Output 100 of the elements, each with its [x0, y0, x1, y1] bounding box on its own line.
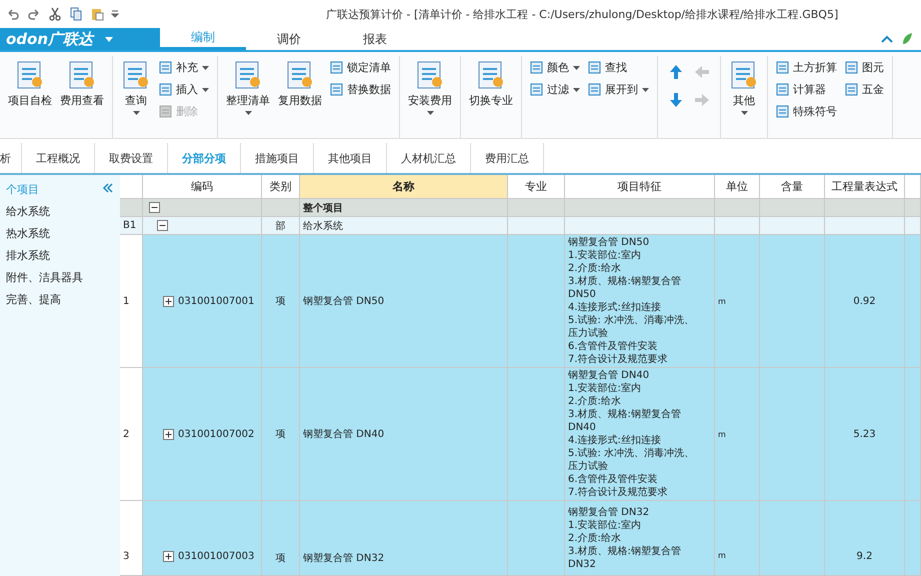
document-icon [845, 83, 858, 96]
ribbon-button[interactable]: 过滤 [528, 81, 582, 98]
table-cell: 项 [262, 501, 300, 576]
ribbon-button[interactable]: 切换专业 [467, 56, 515, 112]
document-tab[interactable]: 析 [0, 143, 22, 173]
ribbon-button[interactable]: 锁定清单 [328, 59, 393, 76]
caret-icon [105, 36, 114, 42]
feature-line: 钢塑复合管 DN50 [568, 236, 650, 249]
feature-line: 1.安装部位:室内 [568, 249, 641, 262]
table-cell: 9.2 [825, 501, 905, 576]
undo-icon[interactable] [6, 7, 20, 21]
feature-line: 2.介质:给水 [568, 395, 621, 408]
item-code: 031001007002 [178, 428, 254, 440]
feature-line: 3.材质、规格:钢塑复合管 [568, 275, 681, 288]
ribbon-button[interactable]: 特殊符号 [774, 103, 839, 120]
expand-toggle-icon[interactable] [163, 428, 174, 440]
feature-line: 钢塑复合管 DN32 [568, 506, 650, 519]
feature-line: 7.符合设计及规范要求 [568, 486, 668, 499]
document-icon [330, 61, 343, 74]
document-icon [476, 60, 506, 90]
item-code: 031001007001 [178, 296, 254, 306]
redo-icon[interactable] [27, 7, 41, 21]
table-cell [715, 217, 760, 235]
tree-item[interactable]: 附件、洁具器具 [0, 267, 120, 289]
scissors-icon[interactable] [48, 7, 62, 21]
row-number-cell: 2 [120, 368, 143, 501]
feature-line: 4.连接形式:丝扣连接 [568, 434, 661, 447]
feature-line: 6.含管件及管件安装 [568, 473, 658, 486]
ribbon-button[interactable]: 费用查看 [58, 56, 106, 112]
feature-line: 7.符合设计及规范要求 [568, 353, 668, 366]
customize-icon[interactable] [111, 9, 119, 19]
row-number-cell: B1 [120, 217, 143, 235]
collapse-panel-icon[interactable] [102, 183, 114, 193]
document-icon [330, 83, 343, 96]
ribbon-button[interactable]: 计算器 [774, 81, 839, 98]
ribbon-button[interactable]: 土方折算 [774, 59, 839, 76]
feature-line: 1.安装部位:室内 [568, 382, 641, 395]
document-icon [15, 60, 45, 90]
expand-toggle-icon[interactable] [149, 202, 160, 213]
document-icon [121, 60, 151, 90]
feature-line: 5.试验: 水冲洗、消毒冲洗、 [568, 314, 694, 327]
tree-item[interactable]: 排水系统 [0, 245, 120, 267]
table-cell: 整个项目 [300, 199, 508, 217]
feature-line: 1.安装部位:室内 [568, 519, 641, 532]
arrow-icon[interactable] [668, 64, 684, 80]
feature-line: 3.材质、规格:钢塑复合管 [568, 408, 681, 421]
copy-icon[interactable] [69, 7, 83, 21]
document-icon [530, 61, 543, 74]
column-header[interactable]: 名称 [300, 175, 508, 199]
document-icon [285, 60, 315, 90]
ribbon-button[interactable]: 查找 [586, 59, 651, 76]
leaf-icon[interactable] [901, 32, 913, 46]
ribbon-button[interactable]: 展开到 [586, 81, 651, 98]
ribbon-button[interactable]: 颜色 [528, 59, 582, 76]
ribbon-button[interactable]: 插入 [157, 81, 211, 98]
ribbon-button[interactable]: 替换数据 [328, 81, 393, 98]
caret-icon [244, 111, 252, 115]
document-icon [776, 105, 789, 118]
caret-icon [426, 111, 434, 115]
arrow-icon[interactable] [668, 92, 684, 108]
tree-item[interactable]: 给水系统 [0, 201, 120, 223]
ribbon-button[interactable]: 安装费用 [406, 56, 454, 119]
tree-item[interactable]: 热水系统 [0, 223, 120, 245]
table-cell: 项 [262, 368, 300, 501]
feature-line: DN50 [568, 288, 596, 301]
ribbon-button[interactable]: 五金 [843, 81, 886, 98]
ribbon-button[interactable]: 整理清单 [224, 56, 272, 119]
expand-toggle-icon[interactable] [157, 220, 168, 231]
document-icon [845, 61, 858, 74]
ribbon-button[interactable]: 复用数据 [276, 56, 324, 112]
document-icon [588, 61, 601, 74]
expand-toggle-icon[interactable] [163, 296, 174, 306]
ribbon-button[interactable]: 补充 [157, 59, 211, 76]
clipboard-icon[interactable] [90, 7, 104, 21]
feature-line: 压力试验 [568, 327, 608, 340]
table-cell: 钢塑复合管 DN50 [300, 235, 508, 368]
feature-line: 5.试验: 水冲洗、消毒冲洗、 [568, 447, 694, 460]
collapse-ribbon-icon[interactable] [881, 35, 893, 43]
table-cell: 钢塑复合管 DN40 [300, 368, 508, 501]
feature-line: 3.材质、规格:钢塑复合管 [568, 545, 681, 558]
document-icon [776, 61, 789, 74]
table-cell [760, 199, 825, 217]
table-cell: 0.92 [825, 235, 905, 368]
ribbon-button[interactable]: 图元 [843, 59, 886, 76]
ribbon-button[interactable]: 其他 [727, 56, 761, 119]
ribbon-button[interactable]: 项目自检 [6, 56, 54, 112]
table-cell [508, 217, 565, 235]
feature-line: DN40 [568, 421, 596, 434]
table-cell [760, 217, 825, 235]
table-cell: m [715, 368, 760, 501]
expand-toggle-icon[interactable] [163, 551, 174, 562]
feature-line: 2.介质:给水 [568, 532, 621, 545]
document-icon [159, 61, 172, 74]
ribbon-button[interactable]: 查询 [119, 56, 153, 119]
feature-line: 压力试验 [568, 460, 608, 473]
tree-item[interactable]: 完善、提高 [0, 289, 120, 311]
document-icon [588, 83, 601, 96]
table-cell [905, 199, 921, 217]
table-cell: m [715, 501, 760, 576]
document-icon [159, 105, 172, 118]
